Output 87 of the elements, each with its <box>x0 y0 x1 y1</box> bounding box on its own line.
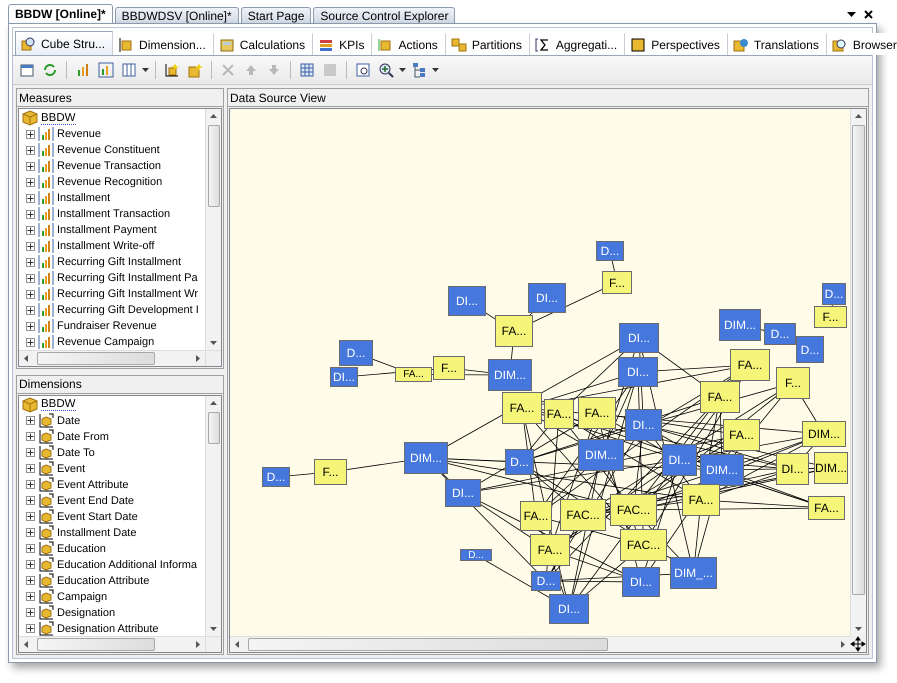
table-node[interactable]: D... <box>822 283 846 305</box>
table-node[interactable]: DI... <box>528 283 566 313</box>
tree-item-label[interactable]: Recurring Gift Installment <box>57 256 182 268</box>
tree-item-label[interactable]: Revenue Constituent <box>57 144 160 156</box>
table-node[interactable]: DIM... <box>404 442 448 474</box>
table-node[interactable]: FA... <box>808 496 845 520</box>
table-node[interactable]: D... <box>596 241 624 261</box>
tree-item-label[interactable]: Revenue Transaction <box>57 160 161 172</box>
table-node[interactable]: D... <box>531 571 561 591</box>
table-node[interactable]: D... <box>764 323 796 345</box>
table-node[interactable]: DIM... <box>578 439 624 471</box>
table-node[interactable]: D... <box>339 340 373 366</box>
tree-item-label[interactable]: Fundraiser Revenue <box>57 320 157 332</box>
table-node[interactable]: D... <box>505 449 534 475</box>
tree-item-label[interactable]: Date <box>57 414 80 426</box>
tree-item-label[interactable]: Date From <box>57 430 109 442</box>
table-node[interactable]: D... <box>262 467 290 487</box>
tree-item-label[interactable]: Event Attribute <box>57 478 129 490</box>
table-node[interactable]: DIM_... <box>670 557 717 589</box>
designer-tab[interactable]: Calculations <box>214 33 314 55</box>
table-node[interactable]: DIM... <box>802 421 846 447</box>
tree-item-label[interactable]: Recurring Gift Installment Pa <box>57 272 198 284</box>
pane-title: Measures <box>17 89 223 107</box>
table-node[interactable]: FA... <box>723 419 760 451</box>
document-tab[interactable]: Source Control Explorer <box>313 7 456 23</box>
table-node[interactable]: D... <box>796 336 824 363</box>
table-node[interactable]: F... <box>433 356 465 380</box>
table-node[interactable]: FA... <box>502 392 542 424</box>
tree-item-label[interactable]: Campaign <box>57 590 108 602</box>
tree-root-label[interactable]: BBDW <box>41 112 76 124</box>
table-node[interactable]: DI... <box>445 479 481 507</box>
tree-item-label[interactable]: Revenue Campaign <box>57 336 154 348</box>
table-node[interactable]: FA... <box>495 315 533 347</box>
table-node[interactable]: DIM... <box>814 452 848 484</box>
table-node[interactable]: FAC... <box>610 494 657 526</box>
table-node[interactable]: FAC... <box>560 499 606 531</box>
table-node[interactable]: FA... <box>700 381 740 413</box>
table-node[interactable]: FA... <box>544 399 574 429</box>
document-tab[interactable]: BBDW [Online]* <box>8 4 113 23</box>
tree-item-label[interactable]: Installment <box>57 192 110 204</box>
tree-item-label[interactable]: Recurring Gift Installment Wr <box>57 288 198 300</box>
table-node[interactable]: FA... <box>730 349 770 381</box>
tree-item-label[interactable]: Installment Payment <box>57 224 157 236</box>
tree-item-label[interactable]: Event <box>57 462 86 474</box>
table-node[interactable]: FA... <box>530 534 570 566</box>
table-node[interactable]: DI... <box>549 594 589 624</box>
tree-item-label[interactable]: Designation <box>57 606 116 618</box>
pane-title: Data Source View <box>228 89 868 107</box>
tree-item-label[interactable]: Recurring Gift Development I <box>57 304 199 316</box>
table-node[interactable]: DIM... <box>488 359 532 391</box>
tree-item-label[interactable]: Revenue Recognition <box>57 176 162 188</box>
tree-root-label[interactable]: BBDW <box>41 398 76 411</box>
table-node[interactable]: FAC... <box>620 529 667 561</box>
tree-item-label[interactable]: Event End Date <box>57 494 134 506</box>
table-node[interactable]: F... <box>776 367 810 399</box>
tree-item-label[interactable]: Installment Write-off <box>57 240 154 252</box>
table-node[interactable]: FA... <box>682 484 720 516</box>
table-node[interactable]: DI... <box>619 323 659 353</box>
tree-item-label[interactable]: Education <box>57 542 106 554</box>
table-node[interactable]: DI... <box>662 444 697 476</box>
tree-item-label[interactable]: Education Additional Informa <box>57 558 198 570</box>
tree-item-label[interactable]: Date To <box>57 446 95 458</box>
table-node[interactable]: F... <box>314 459 347 485</box>
table-node[interactable]: DI... <box>776 453 809 485</box>
table-node[interactable]: DI... <box>330 367 358 387</box>
table-node[interactable]: DI... <box>625 409 662 441</box>
tree-item-label[interactable]: Installment Date <box>57 526 136 538</box>
tree-item-label[interactable]: Revenue <box>57 128 102 140</box>
table-node[interactable]: DI... <box>448 286 486 316</box>
designer-tab[interactable]: Cube Stru... <box>15 31 114 55</box>
table-node[interactable]: DIM... <box>719 309 761 341</box>
document-tab[interactable]: BBDWDSV [Online]* <box>114 7 239 23</box>
table-node[interactable]: FA... <box>395 367 432 382</box>
table-node[interactable]: DI... <box>618 357 658 387</box>
table-node[interactable]: F... <box>602 271 632 294</box>
table-node[interactable]: DIM... <box>700 454 744 486</box>
table-node[interactable]: D... <box>460 549 492 561</box>
table-node[interactable]: F... <box>814 306 847 328</box>
table-node[interactable]: FA... <box>578 397 616 429</box>
pane-title: Dimensions <box>17 376 223 394</box>
tree-item-label[interactable]: Education Attribute <box>57 574 150 586</box>
tree-item-label[interactable]: Designation Attribute <box>57 622 159 634</box>
tree-item-label[interactable]: Event Start Date <box>57 510 138 522</box>
tree-item-label[interactable]: Installment Transaction <box>57 208 170 220</box>
document-tab[interactable]: Start Page <box>240 7 312 23</box>
table-node[interactable]: DI... <box>622 567 660 597</box>
table-node[interactable]: FA... <box>520 501 552 531</box>
